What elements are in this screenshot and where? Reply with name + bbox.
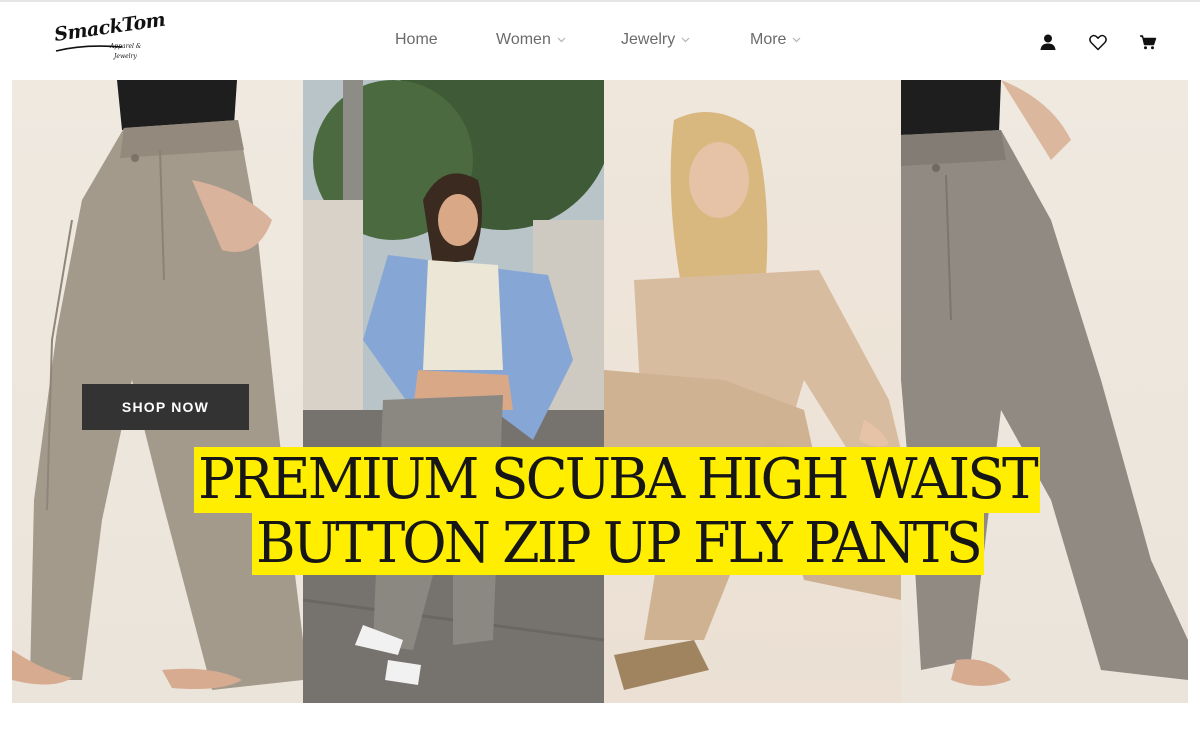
nav-item-label: Women <box>496 31 551 48</box>
brand-logo[interactable]: SmackTom Apparel & Jewelry <box>52 9 167 66</box>
nav-item-home[interactable]: Home <box>395 31 438 49</box>
site-header: SmackTom Apparel & Jewelry Home Women Je… <box>0 0 1200 80</box>
nav-item-jewelry[interactable]: Jewelry <box>621 31 690 49</box>
nav-item-label: Jewelry <box>621 31 676 48</box>
account-icon[interactable] <box>1037 31 1059 53</box>
hero-image-crouching-model <box>604 80 901 703</box>
brand-logo-tagline-1: Apparel & <box>110 43 142 50</box>
chevron-down-icon <box>793 37 801 43</box>
brand-logo-tagline-2: Jewelry <box>114 53 137 60</box>
hero-image-pants-side <box>901 80 1188 703</box>
shop-now-button[interactable]: SHOP NOW <box>82 384 249 430</box>
brand-logo-wordmark: SmackTom <box>52 8 167 46</box>
nav-item-more[interactable]: More <box>750 31 801 49</box>
nav-item-label: More <box>750 31 787 48</box>
nav-item-label: Home <box>395 31 438 48</box>
chevron-down-icon <box>557 37 566 43</box>
wishlist-heart-icon[interactable] <box>1087 31 1109 53</box>
hero-headline-line-2: BUTTON ZIP UP FLY PANTS <box>252 512 984 575</box>
hero-image-street-model <box>303 80 604 703</box>
cart-icon[interactable] <box>1137 31 1159 53</box>
chevron-down-icon <box>681 37 690 43</box>
hero-headline-line-1: PREMIUM SCUBA HIGH WAIST <box>194 447 1040 513</box>
nav-item-women[interactable]: Women <box>496 31 566 49</box>
